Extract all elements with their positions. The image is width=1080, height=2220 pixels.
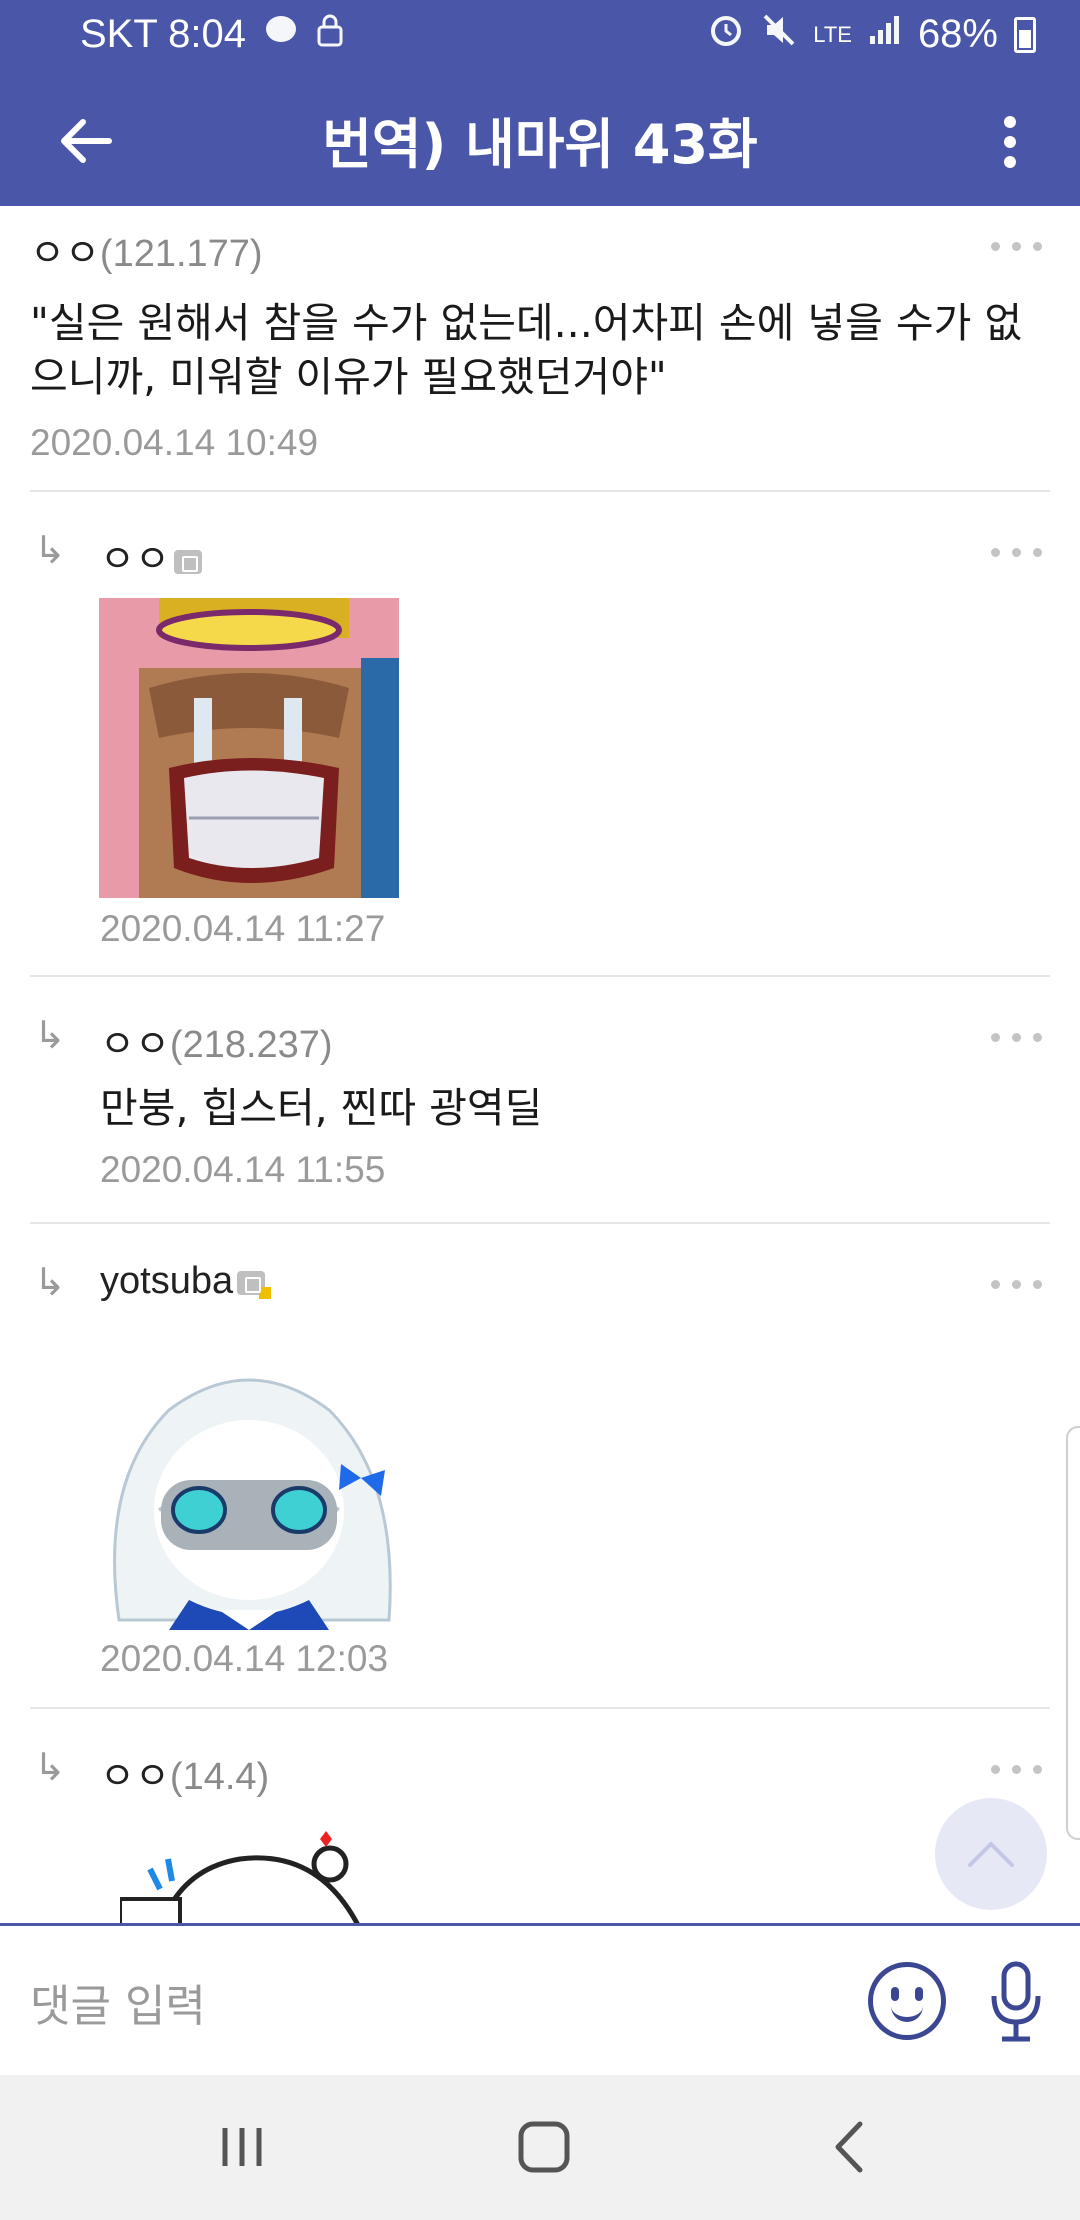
comment-author[interactable]: yotsuba: [100, 1260, 233, 1302]
more-horizontal-icon: [991, 547, 1000, 557]
comment-body: "실은 원해서 참을 수가 없는데...어차피 손에 넣을 수가 없으니까, 미…: [30, 299, 1023, 401]
comment-more-button[interactable]: [942, 1264, 1042, 1304]
battery-icon: [1014, 16, 1036, 53]
comment-ip: (14.4): [169, 1756, 270, 1798]
signal-icon: [868, 14, 902, 55]
comment-author[interactable]: ㅇㅇ: [100, 1756, 170, 1798]
reply-arrow-icon: ↳: [34, 1013, 66, 1057]
cartoon-animal-image: [120, 1831, 361, 1924]
reply-arrow-icon: ↳: [34, 1745, 66, 1789]
network-type: LTE: [813, 21, 852, 47]
comment-input-bar: 댓글 입력: [0, 1923, 1080, 2075]
battery-percent: 68%: [917, 12, 998, 56]
microphone-icon: [991, 1961, 1041, 2042]
comment-more-button[interactable]: [942, 1749, 1042, 1789]
more-horizontal-icon: [991, 1764, 1000, 1774]
more-horizontal-icon: [991, 241, 1000, 251]
dccon-image[interactable]: [120, 1829, 420, 1924]
page-title: 번역) 내마위 43화: [322, 113, 758, 176]
comment-date: 2020.04.14 11:55: [100, 1149, 386, 1190]
crying-character-image: [99, 598, 399, 898]
home-button[interactable]: [504, 2111, 584, 2183]
comment-author-line: ㅇㅇ(14.4): [100, 1745, 269, 1800]
chevron-up-icon: [968, 1842, 1014, 1867]
status-left: SKT 8:04: [80, 12, 344, 57]
reply-arrow-icon: ↳: [34, 1260, 66, 1304]
status-bar: SKT 8:04 LTE 68%: [0, 0, 1080, 76]
comment-date: 2020.04.14 10:49: [30, 422, 319, 463]
comment-author[interactable]: ㅇㅇ: [100, 1024, 170, 1066]
comment-author[interactable]: ㅇㅇ: [30, 233, 100, 275]
mute-icon: [761, 12, 797, 57]
voice-input-button[interactable]: [986, 1960, 1046, 2044]
comment-item: ↳ ㅇㅇ(14.4): [30, 1709, 1050, 1924]
comment-more-button[interactable]: [942, 226, 1042, 266]
scroll-top-button[interactable]: [935, 1798, 1047, 1910]
comment-ip: (121.177): [99, 233, 263, 275]
member-badge-icon: [173, 549, 202, 574]
chevron-left-icon: [835, 2121, 863, 2173]
comment-ip: (218.237): [169, 1024, 333, 1066]
lock-icon: [316, 13, 344, 56]
emoji-button[interactable]: [868, 1962, 946, 2040]
reply-arrow-icon: ↳: [34, 528, 66, 572]
fixed-member-badge-icon: [237, 1270, 272, 1299]
recent-apps-icon: [222, 2128, 262, 2166]
app-bar: 번역) 내마위 43화: [0, 76, 1080, 206]
scroll-handle[interactable]: [1066, 1426, 1080, 1840]
message-bubble-icon: [264, 15, 298, 54]
comment-author-line: ㅇㅇ(218.237): [100, 1013, 333, 1068]
comment-author[interactable]: ㅇㅇ: [100, 539, 170, 581]
comment-date: 2020.04.14 11:27: [100, 908, 386, 949]
more-vertical-icon: [1004, 116, 1016, 128]
comment-item: ↳ ㅇㅇ 2020.04.14 11:27: [30, 492, 1050, 977]
dccon-image[interactable]: [99, 1360, 399, 1630]
home-icon: [518, 2121, 570, 2173]
comment-author-line: ㅇㅇ(121.177): [30, 222, 263, 277]
anime-girl-image: [99, 1360, 399, 1630]
comment-item: ↳ ㅇㅇ(218.237) 만붕, 힙스터, 찐따 광역딜 2020.04.14…: [30, 977, 1050, 1224]
comment-author-line: ㅇㅇ: [100, 528, 202, 583]
comment-more-button[interactable]: [942, 1017, 1042, 1057]
comment-item: ㅇㅇ(121.177) "실은 원해서 참을 수가 없는데...어차피 손에 넣…: [30, 206, 1050, 492]
system-back-button[interactable]: [808, 2111, 888, 2183]
more-horizontal-icon: [991, 1032, 1000, 1042]
comment-author-line: yotsuba: [100, 1260, 272, 1303]
comment-item: ↳ yotsuba 2020.04.14 12:03: [30, 1224, 1050, 1709]
system-nav-bar: [0, 2075, 1080, 2220]
more-horizontal-icon: [991, 1279, 1000, 1289]
top-bar: SKT 8:04 LTE 68% 번역) 내마위 43화: [0, 0, 1080, 206]
dccon-image[interactable]: [99, 598, 399, 898]
overflow-menu-button[interactable]: [980, 102, 1040, 182]
comment-input[interactable]: 댓글 입력: [30, 1970, 810, 2034]
comment-body: 만붕, 힙스터, 찐따 광역딜: [100, 1084, 543, 1132]
alarm-icon: [707, 12, 745, 57]
status-right: LTE 68%: [707, 12, 1036, 57]
recent-apps-button[interactable]: [202, 2111, 282, 2183]
carrier-time: SKT 8:04: [80, 12, 247, 56]
comment-list[interactable]: ㅇㅇ(121.177) "실은 원해서 참을 수가 없는데...어차피 손에 넣…: [0, 206, 1080, 1924]
comment-more-button[interactable]: [942, 532, 1042, 572]
comment-date: 2020.04.14 12:03: [100, 1638, 389, 1679]
